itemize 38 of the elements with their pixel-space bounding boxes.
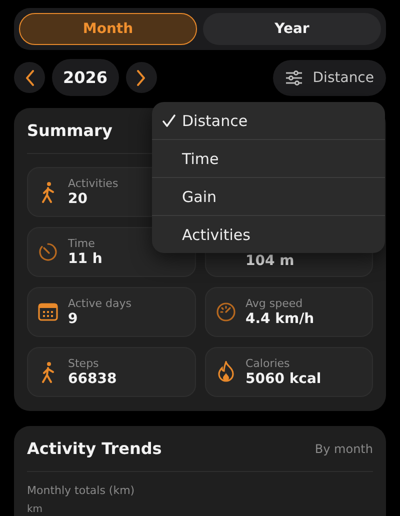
stat-value: 11 h: [68, 251, 102, 267]
sliders-icon: [284, 70, 303, 86]
calendar-icon: [38, 303, 58, 321]
axis-unit: km: [27, 504, 44, 515]
card-title: Summary: [27, 121, 112, 140]
walking-icon: [40, 361, 56, 383]
stat-value: 4.4 km/h: [246, 311, 314, 327]
checkmark-icon: [162, 114, 176, 128]
year-label: 2026: [52, 59, 119, 96]
stat-value: 5060 kcal: [246, 371, 322, 387]
chevron-right-icon: [136, 70, 146, 86]
stat-label: Time: [68, 237, 96, 250]
speedometer-icon: [216, 302, 236, 322]
walking-icon: [40, 181, 56, 203]
stat-label: Steps: [68, 357, 100, 370]
stat-label: Activities: [68, 177, 118, 190]
stat-value: 104 m: [246, 252, 294, 268]
card-title: Activity Trends: [27, 439, 162, 458]
stat-label: Active days: [68, 297, 132, 310]
stat-label: Avg speed: [246, 297, 304, 310]
chevron-left-icon: [24, 70, 34, 86]
metric-button[interactable]: Distance: [272, 60, 386, 96]
chart-subtitle: Monthly totals (km): [27, 484, 136, 497]
next-button[interactable]: [126, 62, 157, 93]
stat-value: 9: [68, 311, 79, 327]
stat-label: Calories: [246, 357, 291, 370]
period-tab[interactable]: Month: [19, 13, 197, 45]
stat-value: 20: [68, 191, 88, 207]
stat-value: 66838: [68, 371, 117, 387]
period-tab[interactable]: Year: [203, 13, 381, 45]
menu-item[interactable]: Activities: [152, 215, 385, 253]
menu-item[interactable]: Distance: [152, 102, 385, 139]
flame-icon: [216, 361, 234, 383]
previous-button[interactable]: [14, 62, 45, 93]
menu-item[interactable]: Time: [152, 139, 385, 177]
period-label: By month: [314, 442, 373, 456]
menu-item[interactable]: Gain: [152, 177, 385, 215]
timer-icon: [38, 242, 58, 262]
